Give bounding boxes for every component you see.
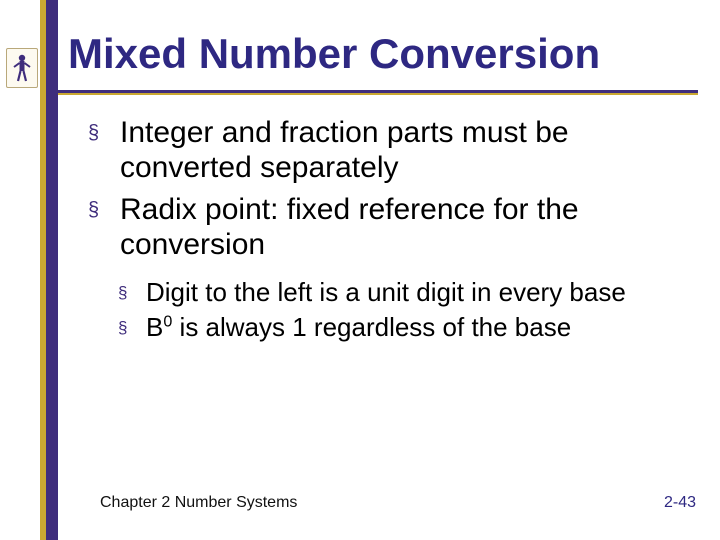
sub-bullet-text: Digit to the left is a unit digit in eve…: [146, 277, 626, 307]
title-underline-gold: [58, 93, 698, 95]
bullet-level2: § B0 is always 1 regardless of the base: [118, 312, 698, 344]
slide-title: Mixed Number Conversion: [68, 30, 600, 78]
base-symbol: B: [146, 312, 163, 342]
sub-bullet-text: B0 is always 1 regardless of the base: [146, 312, 571, 342]
footer-page-number: 2-43: [664, 494, 696, 512]
left-decorative-rail: [40, 0, 58, 540]
sub-bullet-group: § Digit to the left is a unit digit in e…: [118, 277, 698, 344]
bullet-text: Radix point: fixed reference for the con…: [120, 193, 579, 261]
purple-stripe: [46, 0, 58, 540]
bullet-level1: § Radix point: fixed reference for the c…: [88, 192, 698, 263]
figure-icon: [11, 53, 33, 83]
bullet-icon: §: [118, 283, 127, 304]
slide-content: § Integer and fraction parts must be con…: [88, 115, 698, 348]
footer-chapter-label: Chapter 2 Number Systems: [100, 494, 297, 512]
bullet-icon: §: [88, 122, 99, 146]
exponent: 0: [163, 313, 172, 331]
bullet-text: Integer and fraction parts must be conve…: [120, 116, 569, 184]
logo-badge: [6, 48, 38, 88]
bullet-level2: § Digit to the left is a unit digit in e…: [118, 277, 698, 309]
bullet-icon: §: [88, 199, 99, 223]
bullet-icon: §: [118, 318, 127, 339]
bullet-level1: § Integer and fraction parts must be con…: [88, 115, 698, 186]
bullet-suffix: is always 1 regardless of the base: [172, 312, 571, 342]
